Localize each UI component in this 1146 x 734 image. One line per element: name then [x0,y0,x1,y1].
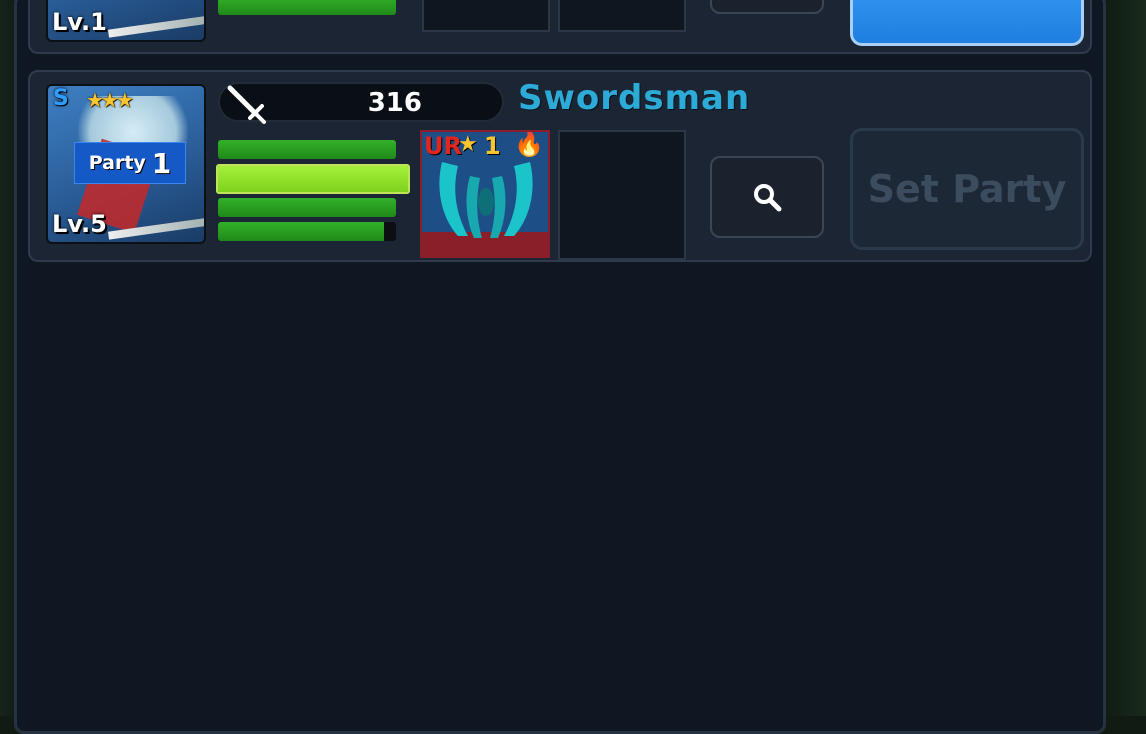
hero-name: Swordsman [518,78,751,118]
stat-bar-fill [218,166,408,192]
hero-level: Lv.5 [52,210,107,238]
set-party-button-previous[interactable] [850,0,1084,46]
magnifier-icon [754,184,782,212]
equipment-slot-empty[interactable] [558,0,686,32]
stat-bar [218,222,396,241]
stat-bar-fill [218,140,396,159]
stat-bar [218,0,396,15]
stat-bar-highlighted [216,164,410,194]
party-label: Party [88,152,146,174]
set-party-button[interactable]: Set Party [850,128,1084,250]
claw-icon [439,162,533,238]
hero-portrait[interactable]: S ★★★ Party 1 Lv.5 [46,84,206,244]
equipment-star-icon: ★ [458,132,478,157]
stat-bar-fill [218,0,396,15]
hero-card-previous[interactable]: Lv.1 [28,0,1092,54]
hero-card[interactable]: S ★★★ Party 1 Lv.5 316 Swordsman UR ★ 1 … [28,70,1092,262]
stat-bar [218,140,396,159]
equipment-slot-ur[interactable]: UR ★ 1 🔥 [420,130,550,258]
grade-badge: S [53,86,69,111]
combat-power-value: 316 [367,88,422,118]
party-badge: Party 1 [74,142,186,184]
set-party-label: Set Party [867,167,1067,211]
star-rating: ★★★ [86,88,134,112]
hero-level: Lv.1 [52,8,107,36]
detail-button-previous[interactable] [710,0,824,14]
flame-icon: 🔥 [514,130,544,158]
stat-bar-fill [218,198,396,217]
background-right [1102,0,1146,716]
stat-bar [218,198,396,217]
equipment-slot-empty[interactable] [422,0,550,32]
equipment-slot-empty[interactable] [558,130,686,260]
sword-art [107,14,204,38]
party-number: 1 [151,146,172,180]
combat-power: 316 [218,82,504,124]
inspect-button[interactable] [710,156,824,238]
stat-bar-fill [218,222,384,241]
hero-portrait-previous[interactable]: Lv.1 [46,0,206,42]
